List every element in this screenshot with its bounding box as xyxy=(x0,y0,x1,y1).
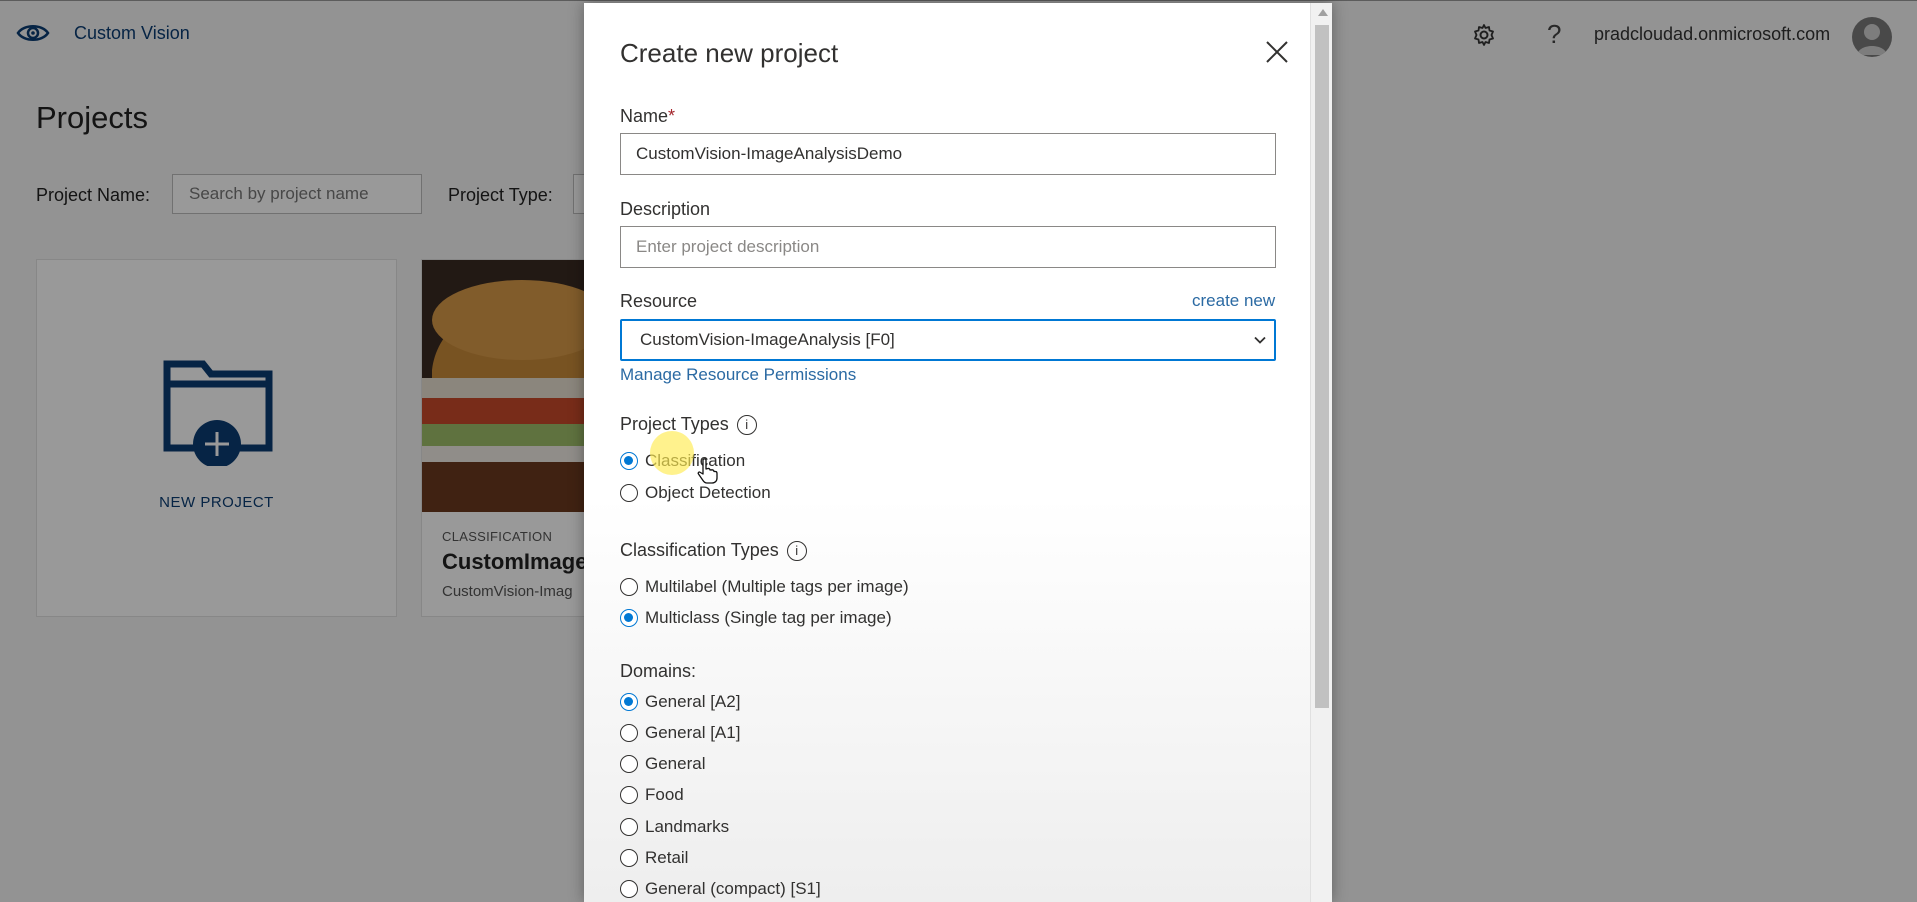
radio-label: Multilabel (Multiple tags per image) xyxy=(645,577,909,596)
project-name-input[interactable]: CustomVision-ImageAnalysisDemo xyxy=(620,133,1276,175)
info-icon[interactable]: i xyxy=(736,415,757,436)
radio-label: Multiclass (Single tag per image) xyxy=(645,608,892,627)
radio-button[interactable] xyxy=(620,452,638,470)
create-new-link[interactable]: create new xyxy=(1192,291,1275,311)
radio-domain-general-a2[interactable]: General [A2] xyxy=(620,690,740,714)
radio-domain-general-compact-s1[interactable]: General (compact) [S1] xyxy=(620,877,821,901)
radio-domain-food[interactable]: Food xyxy=(620,783,684,807)
radio-button[interactable] xyxy=(620,484,638,502)
radio-button[interactable] xyxy=(620,724,638,742)
create-project-dialog: Create new project Name* CustomVision-Im… xyxy=(584,3,1332,902)
radio-label: Landmarks xyxy=(645,817,730,836)
radio-label: Food xyxy=(645,785,684,804)
chevron-down-icon xyxy=(1254,336,1266,344)
resource-label: Resource xyxy=(620,291,698,311)
radio-label: General [A2] xyxy=(645,692,741,711)
domains-label: Domains: xyxy=(620,661,697,681)
project-types-label: Project Types i xyxy=(620,414,757,436)
radio-label: Retail xyxy=(645,848,689,867)
radio-button[interactable] xyxy=(620,849,638,867)
radio-domain-landmarks[interactable]: Landmarks xyxy=(620,815,729,839)
classification-types-label: Classification Types i xyxy=(620,540,807,562)
dialog-title: Create new project xyxy=(620,38,839,68)
radio-multiclass[interactable]: Multiclass (Single tag per image) xyxy=(620,606,892,630)
resource-select-value: CustomVision-ImageAnalysis [F0] xyxy=(640,330,895,349)
radio-object-detection[interactable]: Object Detection xyxy=(620,481,771,505)
radio-domain-general[interactable]: General xyxy=(620,752,705,776)
radio-button[interactable] xyxy=(620,609,638,627)
required-mark: * xyxy=(668,106,676,126)
dialog-scrollbar[interactable] xyxy=(1310,3,1332,902)
radio-label: General (compact) [S1] xyxy=(645,879,821,898)
close-icon[interactable] xyxy=(1262,37,1292,67)
radio-button[interactable] xyxy=(620,880,638,898)
name-label: Name* xyxy=(620,106,675,127)
resource-select[interactable]: CustomVision-ImageAnalysis [F0] xyxy=(620,319,1276,361)
info-icon[interactable]: i xyxy=(786,541,807,562)
scroll-up-arrow-icon[interactable] xyxy=(1318,9,1328,16)
description-input[interactable]: Enter project description xyxy=(620,226,1276,268)
radio-domain-general-a1[interactable]: General [A1] xyxy=(620,721,740,745)
description-label: Description xyxy=(620,199,711,219)
manage-permissions-link[interactable]: Manage Resource Permissions xyxy=(620,365,856,385)
name-label-text: Name xyxy=(620,106,669,126)
radio-button[interactable] xyxy=(620,755,638,773)
hand-pointer-icon xyxy=(697,458,718,484)
radio-multilabel[interactable]: Multilabel (Multiple tags per image) xyxy=(620,575,909,599)
cursor-highlight xyxy=(650,431,694,475)
radio-label: General [A1] xyxy=(645,723,741,742)
radio-button[interactable] xyxy=(620,818,638,836)
radio-label: General xyxy=(645,754,706,773)
radio-button[interactable] xyxy=(620,786,638,804)
radio-label: Object Detection xyxy=(645,483,771,502)
classification-types-label-text: Classification Types xyxy=(620,540,779,560)
scroll-thumb[interactable] xyxy=(1315,25,1329,708)
radio-domain-retail[interactable]: Retail xyxy=(620,846,688,870)
radio-button[interactable] xyxy=(620,693,638,711)
radio-button[interactable] xyxy=(620,578,638,596)
